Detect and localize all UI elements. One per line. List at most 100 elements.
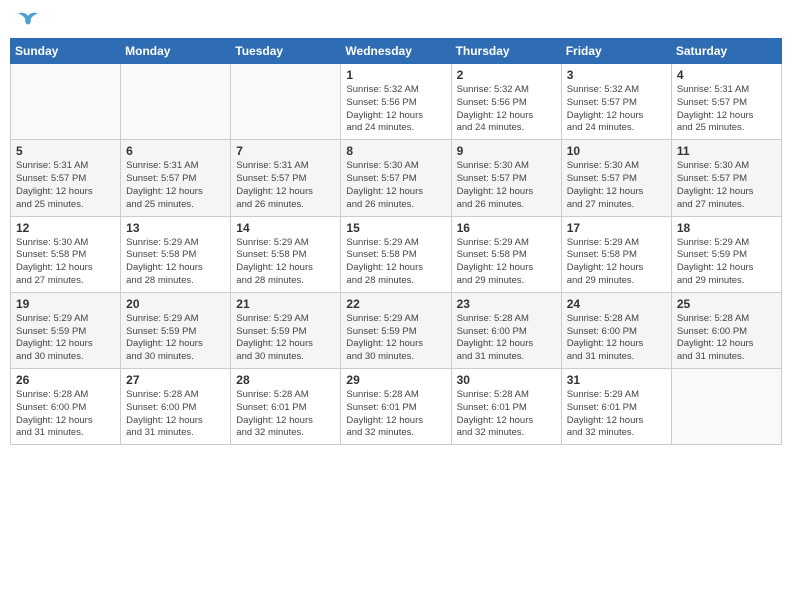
day-number: 31 xyxy=(567,373,666,387)
calendar-cell: 20 Sunrise: 5:29 AM Sunset: 5:59 PM Dayli… xyxy=(121,292,231,368)
calendar-cell: 7 Sunrise: 5:31 AM Sunset: 5:57 PM Daylig… xyxy=(231,140,341,216)
weekday-header-friday: Friday xyxy=(561,39,671,64)
logo xyxy=(14,10,47,32)
calendar-cell: 15Sunrise: 5:29 AM Sunset: 5:58 PM Dayli… xyxy=(341,216,451,292)
calendar-cell xyxy=(231,64,341,140)
calendar-cell: 3 Sunrise: 5:32 AM Sunset: 5:57 PM Daylig… xyxy=(561,64,671,140)
calendar-cell: 1 Sunrise: 5:32 AM Sunset: 5:56 PM Daylig… xyxy=(341,64,451,140)
day-info: Sunrise: 5:29 AM Sunset: 5:59 PM Dayligh… xyxy=(346,313,445,364)
weekday-header-thursday: Thursday xyxy=(451,39,561,64)
day-number: 8 xyxy=(346,144,445,158)
weekday-header-sunday: Sunday xyxy=(11,39,121,64)
day-number: 19 xyxy=(16,297,115,311)
day-number: 14 xyxy=(236,221,335,235)
calendar-cell: 24 Sunrise: 5:28 AM Sunset: 6:00 PM Dayli… xyxy=(561,292,671,368)
page-header xyxy=(10,10,782,32)
calendar-cell xyxy=(11,64,121,140)
day-info: Sunrise: 5:28 AM Sunset: 6:01 PM Dayligh… xyxy=(236,389,335,440)
day-number: 25 xyxy=(677,297,776,311)
calendar-cell: 12 Sunrise: 5:30 AM Sunset: 5:58 PM Dayli… xyxy=(11,216,121,292)
day-info: Sunrise: 5:29 AM Sunset: 5:59 PM Dayligh… xyxy=(16,313,115,364)
day-info: Sunrise: 5:29 AM Sunset: 5:59 PM Dayligh… xyxy=(677,237,776,288)
day-number: 30 xyxy=(457,373,556,387)
calendar-cell: 19 Sunrise: 5:29 AM Sunset: 5:59 PM Dayli… xyxy=(11,292,121,368)
day-info: Sunrise: 5:30 AM Sunset: 5:58 PM Dayligh… xyxy=(16,237,115,288)
day-number: 21 xyxy=(236,297,335,311)
day-number: 28 xyxy=(236,373,335,387)
day-number: 16 xyxy=(457,221,556,235)
day-info: Sunrise: 5:29 AM Sunset: 5:59 PM Dayligh… xyxy=(126,313,225,364)
calendar-cell: 2Sunrise: 5:32 AM Sunset: 5:56 PM Daylig… xyxy=(451,64,561,140)
calendar-cell: 10 Sunrise: 5:30 AM Sunset: 5:57 PM Dayli… xyxy=(561,140,671,216)
day-number: 4 xyxy=(677,68,776,82)
day-info: Sunrise: 5:32 AM Sunset: 5:57 PM Dayligh… xyxy=(567,84,666,135)
day-number: 6 xyxy=(126,144,225,158)
day-number: 27 xyxy=(126,373,225,387)
calendar-cell: 29 Sunrise: 5:28 AM Sunset: 6:01 PM Dayli… xyxy=(341,369,451,445)
day-info: Sunrise: 5:30 AM Sunset: 5:57 PM Dayligh… xyxy=(567,160,666,211)
day-number: 7 xyxy=(236,144,335,158)
day-info: Sunrise: 5:29 AM Sunset: 6:01 PM Dayligh… xyxy=(567,389,666,440)
calendar-cell: 23 Sunrise: 5:28 AM Sunset: 6:00 PM Dayli… xyxy=(451,292,561,368)
day-number: 3 xyxy=(567,68,666,82)
calendar-cell: 28 Sunrise: 5:28 AM Sunset: 6:01 PM Dayli… xyxy=(231,369,341,445)
calendar-cell: 25 Sunrise: 5:28 AM Sunset: 6:00 PM Dayli… xyxy=(671,292,781,368)
day-number: 18 xyxy=(677,221,776,235)
week-row-5: 26 Sunrise: 5:28 AM Sunset: 6:00 PM Dayli… xyxy=(11,369,782,445)
calendar-cell: 18 Sunrise: 5:29 AM Sunset: 5:59 PM Dayli… xyxy=(671,216,781,292)
day-number: 29 xyxy=(346,373,445,387)
weekday-header-wednesday: Wednesday xyxy=(341,39,451,64)
day-number: 23 xyxy=(457,297,556,311)
calendar-cell: 16Sunrise: 5:29 AM Sunset: 5:58 PM Dayli… xyxy=(451,216,561,292)
day-info: Sunrise: 5:30 AM Sunset: 5:57 PM Dayligh… xyxy=(677,160,776,211)
calendar-cell: 11 Sunrise: 5:30 AM Sunset: 5:57 PM Dayli… xyxy=(671,140,781,216)
day-info: Sunrise: 5:28 AM Sunset: 6:00 PM Dayligh… xyxy=(457,313,556,364)
day-info: Sunrise: 5:32 AM Sunset: 5:56 PM Dayligh… xyxy=(346,84,445,135)
day-number: 9 xyxy=(457,144,556,158)
day-number: 22 xyxy=(346,297,445,311)
day-info: Sunrise: 5:30 AM Sunset: 5:57 PM Dayligh… xyxy=(457,160,556,211)
day-info: Sunrise: 5:28 AM Sunset: 6:01 PM Dayligh… xyxy=(457,389,556,440)
day-info: Sunrise: 5:31 AM Sunset: 5:57 PM Dayligh… xyxy=(236,160,335,211)
day-number: 11 xyxy=(677,144,776,158)
calendar-cell xyxy=(121,64,231,140)
calendar-cell: 21 Sunrise: 5:29 AM Sunset: 5:59 PM Dayli… xyxy=(231,292,341,368)
day-number: 13 xyxy=(126,221,225,235)
day-info: Sunrise: 5:28 AM Sunset: 6:01 PM Dayligh… xyxy=(346,389,445,440)
day-info: Sunrise: 5:28 AM Sunset: 6:00 PM Dayligh… xyxy=(16,389,115,440)
calendar-cell: 8 Sunrise: 5:30 AM Sunset: 5:57 PM Daylig… xyxy=(341,140,451,216)
weekday-header-row: SundayMondayTuesdayWednesdayThursdayFrid… xyxy=(11,39,782,64)
day-info: Sunrise: 5:31 AM Sunset: 5:57 PM Dayligh… xyxy=(16,160,115,211)
calendar-table: SundayMondayTuesdayWednesdayThursdayFrid… xyxy=(10,38,782,445)
day-number: 10 xyxy=(567,144,666,158)
week-row-4: 19 Sunrise: 5:29 AM Sunset: 5:59 PM Dayli… xyxy=(11,292,782,368)
calendar-cell: 5Sunrise: 5:31 AM Sunset: 5:57 PM Daylig… xyxy=(11,140,121,216)
day-number: 20 xyxy=(126,297,225,311)
day-number: 12 xyxy=(16,221,115,235)
day-info: Sunrise: 5:29 AM Sunset: 5:58 PM Dayligh… xyxy=(567,237,666,288)
day-number: 24 xyxy=(567,297,666,311)
week-row-1: 1 Sunrise: 5:32 AM Sunset: 5:56 PM Daylig… xyxy=(11,64,782,140)
calendar-cell: 14 Sunrise: 5:29 AM Sunset: 5:58 PM Dayli… xyxy=(231,216,341,292)
day-number: 1 xyxy=(346,68,445,82)
day-info: Sunrise: 5:29 AM Sunset: 5:58 PM Dayligh… xyxy=(236,237,335,288)
calendar-cell: 27 Sunrise: 5:28 AM Sunset: 6:00 PM Dayli… xyxy=(121,369,231,445)
weekday-header-saturday: Saturday xyxy=(671,39,781,64)
calendar-cell: 30 Sunrise: 5:28 AM Sunset: 6:01 PM Dayli… xyxy=(451,369,561,445)
day-info: Sunrise: 5:30 AM Sunset: 5:57 PM Dayligh… xyxy=(346,160,445,211)
weekday-header-monday: Monday xyxy=(121,39,231,64)
day-info: Sunrise: 5:29 AM Sunset: 5:58 PM Dayligh… xyxy=(346,237,445,288)
calendar-cell: 26 Sunrise: 5:28 AM Sunset: 6:00 PM Dayli… xyxy=(11,369,121,445)
week-row-2: 5Sunrise: 5:31 AM Sunset: 5:57 PM Daylig… xyxy=(11,140,782,216)
day-info: Sunrise: 5:28 AM Sunset: 6:00 PM Dayligh… xyxy=(126,389,225,440)
day-info: Sunrise: 5:29 AM Sunset: 5:58 PM Dayligh… xyxy=(126,237,225,288)
calendar-cell: 9 Sunrise: 5:30 AM Sunset: 5:57 PM Daylig… xyxy=(451,140,561,216)
day-info: Sunrise: 5:28 AM Sunset: 6:00 PM Dayligh… xyxy=(567,313,666,364)
calendar-cell: 6Sunrise: 5:31 AM Sunset: 5:57 PM Daylig… xyxy=(121,140,231,216)
day-number: 17 xyxy=(567,221,666,235)
day-info: Sunrise: 5:29 AM Sunset: 5:59 PM Dayligh… xyxy=(236,313,335,364)
day-number: 26 xyxy=(16,373,115,387)
day-info: Sunrise: 5:28 AM Sunset: 6:00 PM Dayligh… xyxy=(677,313,776,364)
day-info: Sunrise: 5:32 AM Sunset: 5:56 PM Dayligh… xyxy=(457,84,556,135)
calendar-cell: 13 Sunrise: 5:29 AM Sunset: 5:58 PM Dayli… xyxy=(121,216,231,292)
